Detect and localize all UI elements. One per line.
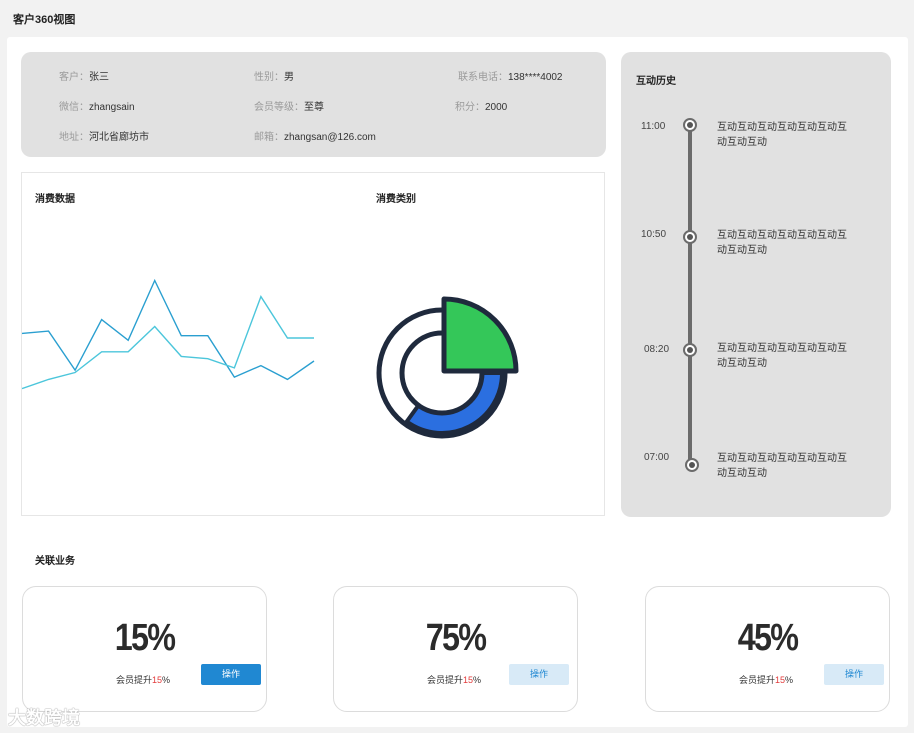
business-description: 会员提升15% [427,673,481,686]
points-value: 2000 [485,102,508,113]
business-action-button[interactable]: 操作 [824,664,884,685]
business-section-title: 关联业务 [35,556,75,567]
wechat-label: 微信： [59,102,89,113]
history-text: 互动互动互动互动互动互动互动互动互动 [717,230,847,256]
history-title: 互动历史 [636,76,676,87]
business-card: 75% 会员提升15% 操作 [333,586,578,712]
business-card: 15% 会员提升15% 操作 [22,586,267,712]
timeline-dot-icon[interactable] [683,343,697,357]
address-field: 地址：河北省廊坊市 [59,128,149,143]
timeline-dot-icon[interactable] [683,230,697,244]
business-desc-value: 15 [152,675,163,685]
email-label: 邮箱： [254,132,284,143]
business-desc-suffix: % [162,675,171,685]
business-desc-prefix: 会员提升 [116,675,153,685]
gender-field: 性别：男 [254,68,294,83]
spend-series-line-1 [22,295,314,390]
customer-name-value: 张三 [89,72,109,83]
business-desc-suffix: % [473,675,482,685]
history-text: 互动互动互动互动互动互动互动互动互动 [717,122,847,148]
phone-value: 138****4002 [508,72,563,83]
address-value: 河北省廊坊市 [89,132,149,143]
business-desc-value: 15 [775,675,786,685]
spend-chart-title: 消费数据 [35,194,75,205]
member-level-field: 会员等级：至尊 [254,98,324,113]
gender-label: 性别： [254,72,284,83]
points-field: 积分：2000 [455,98,507,113]
timeline-dot-icon[interactable] [683,118,697,132]
points-label: 积分： [455,102,485,113]
customer-name-label: 客户： [59,72,89,83]
business-action-button[interactable]: 操作 [509,664,569,685]
category-pie-chart [376,296,519,439]
member-level-label: 会员等级： [254,102,304,113]
business-action-button[interactable]: 操作 [201,664,261,685]
business-card: 45% 会员提升15% 操作 [645,586,890,712]
category-chart-title: 消费类别 [376,194,416,205]
history-time: 07:00 [644,452,670,463]
gender-value: 男 [284,72,294,83]
business-desc-suffix: % [785,675,794,685]
history-time: 10:50 [641,229,667,240]
history-time: 11:00 [641,121,666,132]
pie-slice-green [441,296,519,374]
timeline-dot-icon[interactable] [685,458,699,472]
email-value: zhangsan@126.com [284,132,376,143]
history-text: 互动互动互动互动互动互动互动互动互动 [717,343,847,369]
page-title: 客户360视图 [13,14,76,26]
business-description: 会员提升15% [116,673,170,686]
business-desc-value: 15 [463,675,474,685]
charts-panel: 消费数据 消费类别 [21,172,605,516]
watermark-logo: 大数跨境 [8,708,80,728]
wechat-value: zhangsain [89,102,135,113]
history-text: 互动互动互动互动互动互动互动互动互动 [717,453,847,479]
wechat-field: 微信：zhangsain [59,98,135,113]
phone-label: 联系电话： [458,72,508,83]
address-label: 地址： [59,132,89,143]
business-description: 会员提升15% [739,673,793,686]
spend-series-line-0 [22,278,315,381]
business-percent: 15% [114,617,176,659]
email-field: 邮箱：zhangsan@126.com [254,128,376,143]
business-percent: 75% [425,617,487,659]
business-desc-prefix: 会员提升 [739,675,776,685]
spend-line-chart [22,278,315,390]
timeline-line [688,125,692,467]
member-level-value: 至尊 [304,102,324,113]
customer-info-panel: 客户：张三 性别：男 联系电话：138****4002 微信：zhangsain… [21,52,606,157]
business-desc-prefix: 会员提升 [427,675,464,685]
business-percent: 45% [737,617,799,659]
history-time: 08:20 [644,344,670,355]
phone-field: 联系电话：138****4002 [458,68,563,83]
customer-name-field: 客户：张三 [59,68,109,83]
